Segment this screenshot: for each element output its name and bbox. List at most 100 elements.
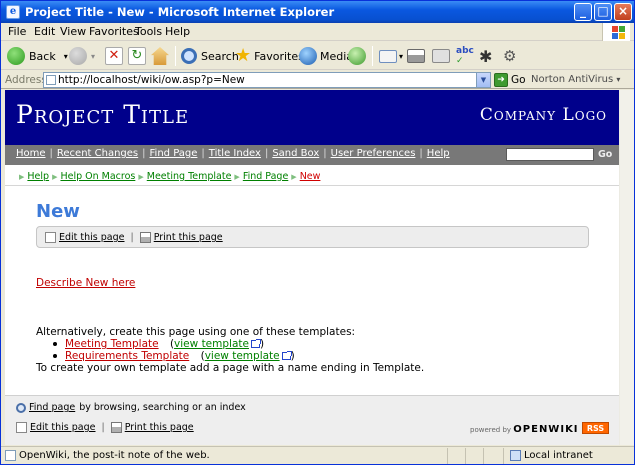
breadcrumb-arrow-icon: ▶ bbox=[52, 173, 58, 181]
browser-window: e Project Title - New - Microsoft Intern… bbox=[0, 0, 635, 465]
mail-button[interactable]: ▾ bbox=[379, 45, 403, 67]
forward-button[interactable]: ▾ bbox=[69, 45, 95, 67]
favorites-button[interactable]: ★ Favorites bbox=[235, 45, 304, 67]
edit-button[interactable] bbox=[432, 45, 450, 67]
edit-page-link[interactable]: Edit this page bbox=[59, 232, 125, 243]
nav-user-preferences[interactable]: User Preferences bbox=[331, 148, 416, 159]
view-requirements-template-link[interactable]: view template bbox=[205, 350, 280, 362]
media-button[interactable]: Media bbox=[299, 45, 353, 67]
norton-dropdown-icon: ▾ bbox=[616, 75, 621, 84]
footer-print-page-link[interactable]: Print this page bbox=[125, 422, 194, 433]
own-template-hint: To create your own template add a page w… bbox=[36, 362, 425, 374]
search-label: Search bbox=[201, 49, 239, 63]
nav-separator: | bbox=[323, 148, 327, 159]
refresh-button[interactable]: ↻ bbox=[128, 45, 146, 67]
search-button[interactable]: Search bbox=[181, 45, 239, 67]
home-icon bbox=[151, 47, 169, 65]
minimize-button[interactable]: _ bbox=[574, 3, 592, 21]
nav-sand-box[interactable]: Sand Box bbox=[272, 148, 319, 159]
crumb-current[interactable]: New bbox=[300, 171, 321, 182]
intranet-icon bbox=[510, 449, 521, 461]
back-dropdown-icon[interactable]: ▾ bbox=[64, 52, 68, 61]
page-status-icon bbox=[5, 450, 16, 461]
page-footer: Find page by browsing, searching or an i… bbox=[5, 395, 619, 445]
page-viewport: Project Title Company Logo Home | Recent C… bbox=[5, 90, 619, 445]
research-button[interactable]: ⚙ bbox=[503, 45, 516, 67]
back-arrow-icon bbox=[7, 47, 25, 65]
breadcrumb-arrow-icon: ▶ bbox=[291, 173, 297, 181]
close-button[interactable]: × bbox=[614, 3, 632, 21]
nav-separator: | bbox=[264, 148, 269, 159]
footer-find-page-link[interactable]: Find page bbox=[29, 402, 75, 413]
spellcheck-icon: abc ✓ bbox=[456, 46, 474, 66]
menu-favorites[interactable]: Favorites bbox=[89, 25, 139, 38]
template-section: Alternatively, create this page using on… bbox=[36, 326, 424, 374]
nav-find-page[interactable]: Find Page bbox=[150, 148, 198, 159]
meeting-template-link[interactable]: Meeting Template bbox=[65, 338, 159, 350]
address-dropdown-icon[interactable]: ▼ bbox=[476, 73, 490, 87]
norton-antivirus-button[interactable]: Norton AntiVirus ▾ bbox=[531, 74, 620, 85]
external-link-icon bbox=[281, 351, 292, 360]
nav-title-index[interactable]: Title Index bbox=[209, 148, 261, 159]
home-button[interactable] bbox=[151, 45, 169, 67]
menu-edit[interactable]: Edit bbox=[34, 25, 55, 38]
requirements-template-link[interactable]: Requirements Template bbox=[65, 350, 189, 362]
crumb-meeting-template[interactable]: Meeting Template bbox=[147, 171, 232, 182]
vertical-scrollbar[interactable] bbox=[619, 90, 634, 445]
powered-by-label: powered by bbox=[470, 426, 512, 434]
stop-button[interactable]: ✕ bbox=[105, 45, 123, 67]
nav-help[interactable]: Help bbox=[427, 148, 450, 159]
menu-tools[interactable]: Tools bbox=[135, 25, 162, 38]
crumb-help-on-macros[interactable]: Help On Macros bbox=[60, 171, 135, 182]
address-label: Address bbox=[5, 74, 47, 86]
toolbar-separator bbox=[372, 46, 373, 66]
project-title[interactable]: Project Title bbox=[16, 100, 189, 129]
powered-by-badge[interactable]: powered by OPENWIKI bbox=[470, 424, 579, 435]
printer-icon bbox=[407, 49, 425, 63]
status-cell bbox=[447, 448, 465, 464]
print-button[interactable] bbox=[407, 45, 425, 67]
breadcrumb: ▶ Help ▶ Help On Macros ▶ Meeting Template ▶ Fi… bbox=[16, 171, 320, 182]
go-button[interactable]: ➜ Go bbox=[494, 72, 526, 88]
maximize-button[interactable]: □ bbox=[594, 3, 612, 21]
go-arrow-icon: ➜ bbox=[494, 73, 508, 87]
zone-label: Local intranet bbox=[524, 450, 593, 461]
status-text: OpenWiki, the post-it note of the web. bbox=[19, 450, 210, 461]
nav-separator: | bbox=[419, 148, 423, 159]
breadcrumb-arrow-icon: ▶ bbox=[19, 173, 25, 181]
print-page-link[interactable]: Print this page bbox=[154, 232, 223, 243]
messenger-button[interactable]: ✱ bbox=[479, 45, 492, 67]
favorites-star-icon: ★ bbox=[235, 45, 252, 66]
menu-help[interactable]: Help bbox=[165, 25, 190, 38]
spellcheck-button[interactable]: abc ✓ bbox=[456, 45, 474, 67]
crumb-find-page[interactable]: Find Page bbox=[243, 171, 288, 182]
view-meeting-template-link[interactable]: view template bbox=[174, 338, 249, 350]
site-search-input[interactable] bbox=[506, 148, 594, 161]
company-logo[interactable]: Company Logo bbox=[480, 105, 607, 125]
crumb-help[interactable]: Help bbox=[27, 171, 49, 182]
footer-find-text: by browsing, searching or an index bbox=[79, 402, 246, 413]
footer-edit-page-link[interactable]: Edit this page bbox=[30, 422, 96, 433]
describe-page-link[interactable]: Describe New here bbox=[36, 277, 135, 289]
media-icon bbox=[299, 47, 317, 65]
windows-logo-icon bbox=[602, 23, 630, 41]
forward-dropdown-icon: ▾ bbox=[91, 51, 96, 61]
nav-home[interactable]: Home bbox=[16, 148, 46, 159]
norton-label: Norton AntiVirus bbox=[531, 74, 614, 85]
back-button[interactable]: Back ▾ bbox=[7, 45, 68, 67]
rss-button[interactable]: RSS bbox=[582, 422, 609, 434]
history-button[interactable] bbox=[348, 45, 366, 67]
address-input[interactable]: http://localhost/wiki/ow.asp?p=New ▼ bbox=[43, 72, 491, 88]
menu-file[interactable]: File bbox=[8, 25, 26, 38]
nav-recent-changes[interactable]: Recent Changes bbox=[57, 148, 138, 159]
nav-separator: | bbox=[49, 148, 53, 159]
site-search-go-button[interactable]: Go bbox=[598, 149, 612, 160]
menu-view[interactable]: View bbox=[60, 25, 86, 38]
site-nav: Home | Recent Changes | Find Page | Title Inde… bbox=[5, 145, 619, 165]
address-bar: Address http://localhost/wiki/ow.asp?p=N… bbox=[1, 71, 634, 89]
breadcrumb-arrow-icon: ▶ bbox=[138, 173, 144, 181]
go-label: Go bbox=[511, 74, 526, 86]
action-separator: | bbox=[130, 232, 134, 243]
messenger-icon: ✱ bbox=[479, 46, 493, 66]
address-url: http://localhost/wiki/ow.asp?p=New bbox=[58, 74, 245, 86]
